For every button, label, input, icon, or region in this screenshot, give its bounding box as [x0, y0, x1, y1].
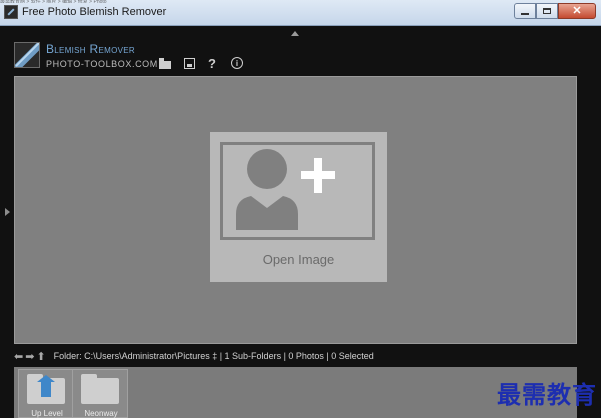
save-button[interactable]	[182, 56, 196, 70]
info-button[interactable]: i	[230, 56, 244, 70]
logo-band-highlight	[15, 43, 39, 67]
window-title-bar: 最需教育网 > 软件 > 图片 > 编辑 > 修复 > Photo Free P…	[0, 0, 601, 26]
open-image-label: Open Image	[262, 252, 335, 267]
window-controls: ✕	[514, 3, 596, 19]
open-folder-button[interactable]	[158, 56, 172, 70]
top-strip-text: 最需教育网 > 软件 > 图片 > 编辑 > 修复 > Photo	[0, 0, 107, 3]
collapse-up-arrow-icon[interactable]	[291, 31, 299, 36]
open-image-button[interactable]: Open Image	[210, 132, 387, 282]
forward-arrow-icon[interactable]: ➡	[25, 350, 34, 363]
app-site-link[interactable]: PHOTO-TOOLBOX.COM	[46, 59, 158, 69]
neonway-folder[interactable]: Neonway	[72, 369, 128, 418]
info-icon: i	[231, 57, 243, 69]
window-title: Free Photo Blemish Remover	[22, 6, 167, 18]
close-icon: ✕	[572, 4, 582, 17]
maximize-button[interactable]	[536, 3, 558, 19]
app-window-icon	[4, 5, 18, 19]
watermark-text: 最需教育	[497, 380, 597, 409]
app-body: Blemish Remover PHOTO-TOOLBOX.COM ? i Op…	[0, 26, 601, 418]
maximize-icon	[543, 8, 551, 14]
app-logo-icon	[14, 42, 40, 68]
close-button[interactable]: ✕	[558, 3, 596, 19]
help-button[interactable]: ?	[206, 56, 218, 71]
add-person-icon	[236, 149, 335, 230]
folder-bar: ⬅ ➡ ⬆ Folder: C:\Users\Administrator\Pic…	[14, 349, 584, 363]
folder-path-text: Folder: C:\Users\Administrator\Pictures …	[53, 351, 374, 361]
image-frame	[220, 142, 375, 240]
thumb-label: Up Level	[31, 409, 63, 418]
minimize-button[interactable]	[514, 3, 536, 19]
app-name: Blemish Remover	[46, 42, 135, 56]
thumb-label: Neonway	[84, 409, 118, 418]
up-arrow-icon	[37, 375, 55, 397]
folder-icon	[159, 57, 171, 69]
save-icon	[183, 57, 195, 69]
side-panel-arrow-icon[interactable]	[5, 208, 10, 216]
minimize-icon	[521, 12, 529, 15]
up-level-folder[interactable]: Up Level	[18, 369, 74, 418]
up-arrow-icon[interactable]: ⬆	[36, 350, 45, 363]
back-arrow-icon[interactable]: ⬅	[14, 350, 23, 363]
image-canvas[interactable]: Open Image	[14, 76, 577, 344]
folder-icon	[27, 374, 65, 404]
folder-icon	[81, 374, 119, 404]
thumbnail-strip: Up Level Neonway	[14, 367, 577, 418]
